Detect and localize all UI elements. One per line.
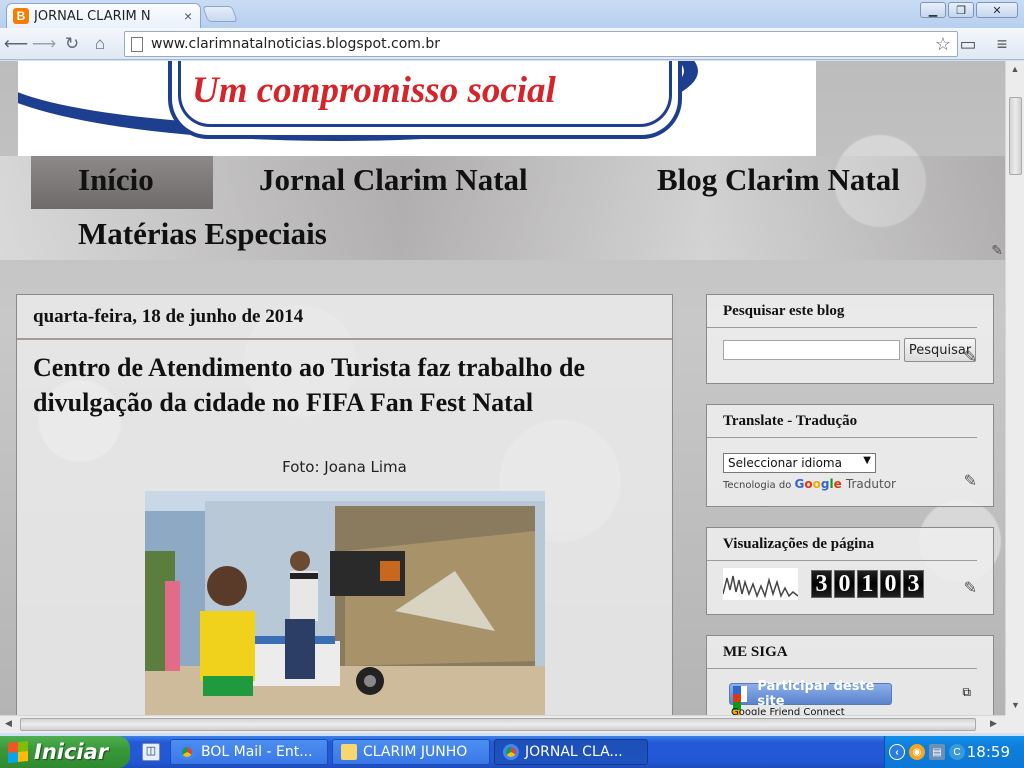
translate-widget: Translate - Tradução Seleccionar idioma … (706, 404, 994, 507)
antivirus-icon[interactable]: ◉ (909, 744, 925, 760)
restore-icon[interactable]: ❐ (948, 2, 974, 18)
forward-icon[interactable]: ⟶ (32, 32, 56, 56)
scroll-left-icon[interactable]: ◀ (5, 718, 12, 729)
taskbar-clock[interactable]: 18:59 (967, 743, 1010, 761)
windows-taskbar: Iniciar ◫ BOL Mail - Ent... CLARIM JUNHO… (0, 736, 1024, 768)
taskbar-item-label: JORNAL CLA... (525, 744, 623, 760)
page-icon (131, 36, 143, 52)
search-widget-title: Pesquisar este blog (707, 295, 977, 328)
taskbar-item-folder[interactable]: CLARIM JUNHO (332, 739, 490, 765)
expand-tray-icon[interactable]: ‹ (889, 744, 905, 760)
powered-suffix: Tradutor (845, 477, 896, 491)
chrome-icon (179, 744, 195, 760)
show-desktop-icon[interactable]: ◫ (142, 743, 160, 761)
post-date: quarta-feira, 18 de junho de 2014 (17, 295, 672, 340)
counter-digit: 3 (903, 570, 924, 598)
edit-tool-icon[interactable]: ✎ (991, 242, 1003, 259)
pageviews-edit-tool-icon[interactable]: ✎ (964, 578, 977, 598)
minimize-icon[interactable]: ▁ (920, 2, 946, 18)
language-select-value: Seleccionar idioma (728, 456, 842, 470)
follow-widget-title: ME SIGA (707, 636, 977, 669)
horizontal-scrollbar[interactable]: ◀ ▶ (0, 715, 1005, 733)
search-input[interactable] (723, 340, 900, 360)
pageviews-widget: Visualizações de página 3 0 1 0 3 ✎ (706, 527, 994, 615)
horizontal-scroll-thumb[interactable] (20, 718, 976, 731)
chrome-icon (503, 744, 519, 760)
counter-digit: 0 (834, 570, 855, 598)
language-select[interactable]: Seleccionar idioma ▼ (723, 453, 876, 473)
menu-item-inicio[interactable]: Início (78, 162, 154, 198)
post-photo[interactable] (145, 491, 545, 715)
blog-post: quarta-feira, 18 de junho de 2014 Centro… (16, 294, 673, 715)
pageviews-sparkline (723, 568, 798, 600)
url-text[interactable]: www.clarimnatalnoticias.blogspot.com.br (151, 36, 440, 52)
google-friend-connect-icon (733, 686, 748, 715)
vertical-scrollbar[interactable]: ▲ ▼ (1005, 61, 1024, 715)
tab-close-icon[interactable]: × (184, 8, 192, 24)
pageviews-widget-title: Visualizações de página (707, 528, 977, 561)
counter-digit: 1 (857, 570, 878, 598)
menu-item-jornal[interactable]: Jornal Clarim Natal (259, 162, 528, 198)
bookmark-star-icon[interactable]: ☆ (935, 34, 951, 55)
home-icon[interactable]: ⌂ (88, 32, 112, 56)
page-viewport: Um compromisso social Início Jornal Clar… (0, 61, 1005, 715)
taskbar-item-label: CLARIM JUNHO (363, 744, 468, 760)
browser-toolbar: ⟵ ⟶ ↻ ⌂ www.clarimnatalnoticias.blogspot… (0, 28, 1024, 60)
powered-prefix: Tecnologia do (723, 480, 792, 491)
new-tab-button[interactable] (202, 6, 238, 22)
menu-icon[interactable]: ≡ (990, 32, 1014, 56)
taskbar-item-jornal[interactable]: JORNAL CLA... (494, 739, 648, 765)
search-edit-tool-icon[interactable]: ✎ (964, 347, 977, 367)
start-label: Iniciar (34, 740, 109, 764)
vertical-scroll-thumb[interactable] (1009, 97, 1022, 175)
folder-icon (341, 744, 357, 760)
menu-item-blog[interactable]: Blog Clarim Natal (657, 162, 900, 198)
post-title[interactable]: Centro de Atendimento ao Turista faz tra… (17, 340, 672, 420)
google-logo: Google (794, 477, 842, 491)
scroll-up-icon[interactable]: ▲ (1006, 61, 1024, 77)
system-tray: ‹ ◉ ▤ C 18:59 (884, 736, 1024, 768)
taskbar-item-label: BOL Mail - Ent... (201, 744, 313, 760)
start-button[interactable]: Iniciar (0, 736, 130, 768)
scroll-down-icon[interactable]: ▼ (1006, 697, 1024, 713)
search-widget: Pesquisar este blog Pesquisar ✎ (706, 294, 994, 384)
address-bar[interactable]: www.clarimnatalnoticias.blogspot.com.br … (124, 31, 958, 57)
chevron-down-icon: ▼ (863, 455, 871, 466)
browser-tab[interactable]: B JORNAL CLARIM N × (6, 3, 201, 28)
photo-caption: Foto: Joana Lima (282, 458, 407, 476)
scrollbar-corner (1005, 715, 1024, 733)
network-icon[interactable]: ▤ (929, 744, 945, 760)
banner-slogan: Um compromisso social (192, 70, 556, 111)
reload-icon[interactable]: ↻ (60, 32, 84, 56)
scroll-right-icon[interactable]: ▶ (990, 718, 997, 729)
window-controls: ▁ ❐ ✕ (920, 2, 1018, 18)
browser-titlebar: B JORNAL CLARIM N × ▁ ❐ ✕ (0, 0, 1024, 28)
follow-widget: ME SIGA Participar deste site ⧉ Google F… (706, 635, 994, 715)
google-translate-powered[interactable]: Tecnologia do Google Tradutor (723, 477, 896, 491)
join-site-button[interactable]: Participar deste site (729, 679, 892, 715)
google-friend-connect-text: Google Friend Connect (731, 707, 845, 715)
menu-item-materias[interactable]: Matérias Especiais (78, 216, 327, 252)
counter-digit: 3 (811, 570, 832, 598)
window-icon[interactable]: ▭ (956, 32, 980, 56)
translate-widget-title: Translate - Tradução (707, 405, 977, 438)
tourist-booth-photo (145, 491, 545, 715)
popout-icon[interactable]: ⧉ (962, 685, 971, 700)
tab-title: JORNAL CLARIM N (34, 8, 151, 24)
header-banner[interactable]: Um compromisso social (18, 61, 816, 156)
counter-digit: 0 (880, 570, 901, 598)
blogger-favicon-icon: B (13, 8, 29, 24)
taskbar-item-bol[interactable]: BOL Mail - Ent... (170, 739, 328, 765)
pageview-counter: 3 0 1 0 3 (811, 570, 924, 598)
windows-logo-icon (8, 740, 28, 764)
join-site-label: Participar deste site (757, 679, 875, 709)
update-icon[interactable]: C (949, 744, 965, 760)
back-icon[interactable]: ⟵ (4, 32, 28, 56)
nav-menu: Início Jornal Clarim Natal Blog Clarim N… (0, 156, 1005, 260)
translate-edit-tool-icon[interactable]: ✎ (964, 471, 977, 491)
window-close-icon[interactable]: ✕ (976, 2, 1018, 18)
